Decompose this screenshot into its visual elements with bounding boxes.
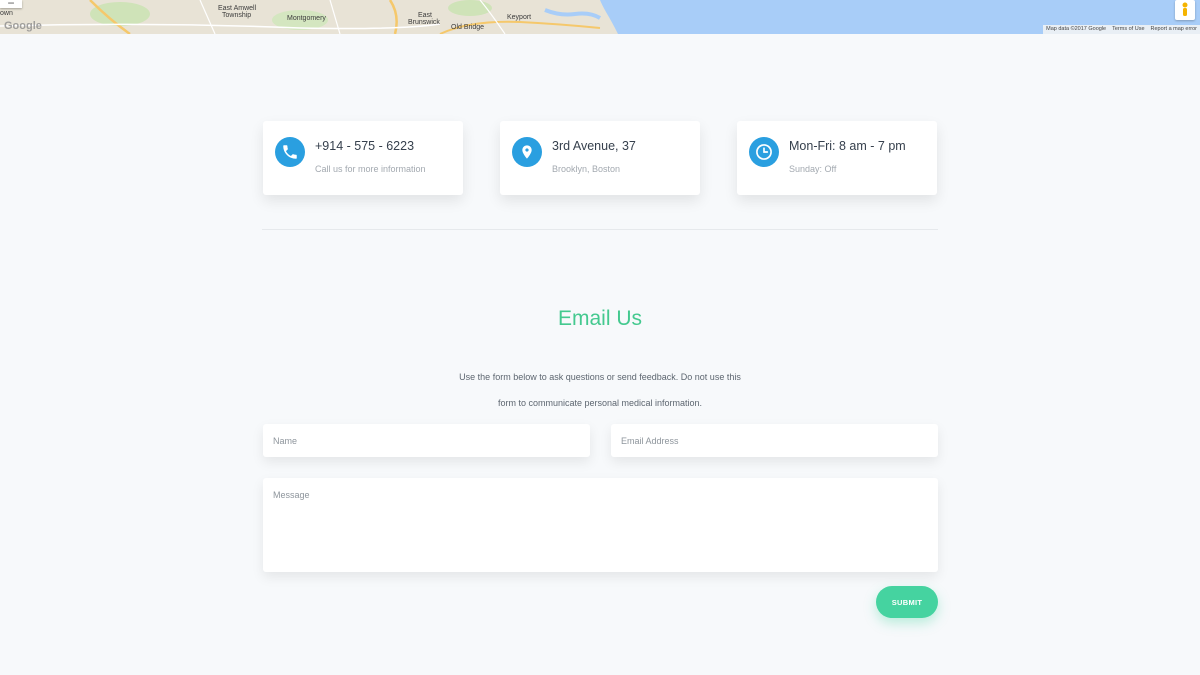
description-line: form to communicate personal medical inf…	[497, 398, 703, 408]
google-logo: Google	[4, 20, 42, 32]
map-label: Keyport	[507, 14, 532, 21]
hours-card: Mon-Fri: 8 am - 7 pm Sunday: Off	[737, 121, 937, 195]
phone-number: +914 - 575 - 6223	[315, 139, 415, 153]
map-tiles	[0, 0, 1200, 34]
phone-subtitle: Call us for more information	[315, 164, 426, 174]
phone-icon	[275, 137, 305, 167]
map-zoom-out-button[interactable]: −	[0, 0, 22, 9]
phone-card: +914 - 575 - 6223 Call us for more infor…	[263, 121, 463, 195]
email-us-heading: Email Us	[557, 307, 642, 330]
street-view-pegman-button[interactable]	[1175, 0, 1195, 20]
address-line: 3rd Avenue, 37	[552, 139, 636, 153]
description-line: Use the form below to ask questions or s…	[459, 372, 741, 382]
map-terms-link[interactable]: Terms of Use	[1112, 25, 1144, 34]
map-report-error-link[interactable]: Report a map error	[1151, 25, 1197, 34]
map-pin-icon	[512, 137, 542, 167]
message-textarea[interactable]	[263, 478, 938, 572]
map-label: East	[418, 12, 433, 19]
address-card: 3rd Avenue, 37 Brooklyn, Boston	[500, 121, 700, 195]
section-divider	[262, 229, 938, 230]
map-label: Township	[222, 12, 252, 19]
map-footer: Map data ©2017 Google Terms of Use Repor…	[1043, 25, 1200, 34]
embedded-map[interactable]: − Google own East Amwell Township Montgo…	[0, 0, 1200, 34]
submit-button[interactable]: SUBMIT	[876, 586, 938, 618]
clock-icon	[749, 137, 779, 167]
hours-weekdays: Mon-Fri: 8 am - 7 pm	[789, 139, 906, 153]
email-us-description: Use the form below to ask questions or s…	[400, 364, 800, 416]
pegman-icon	[1182, 2, 1188, 16]
map-label: Brunswick	[408, 19, 440, 26]
address-city: Brooklyn, Boston	[552, 164, 621, 174]
map-label: East Amwell	[218, 5, 257, 12]
email-input[interactable]	[611, 424, 938, 457]
map-label: Old Bridge	[451, 24, 485, 31]
name-input[interactable]	[263, 424, 590, 457]
map-label: Montgomery	[287, 15, 326, 22]
map-label: own	[0, 10, 13, 17]
map-data-credit: Map data ©2017 Google	[1046, 26, 1107, 32]
hours-sunday: Sunday: Off	[789, 164, 837, 174]
